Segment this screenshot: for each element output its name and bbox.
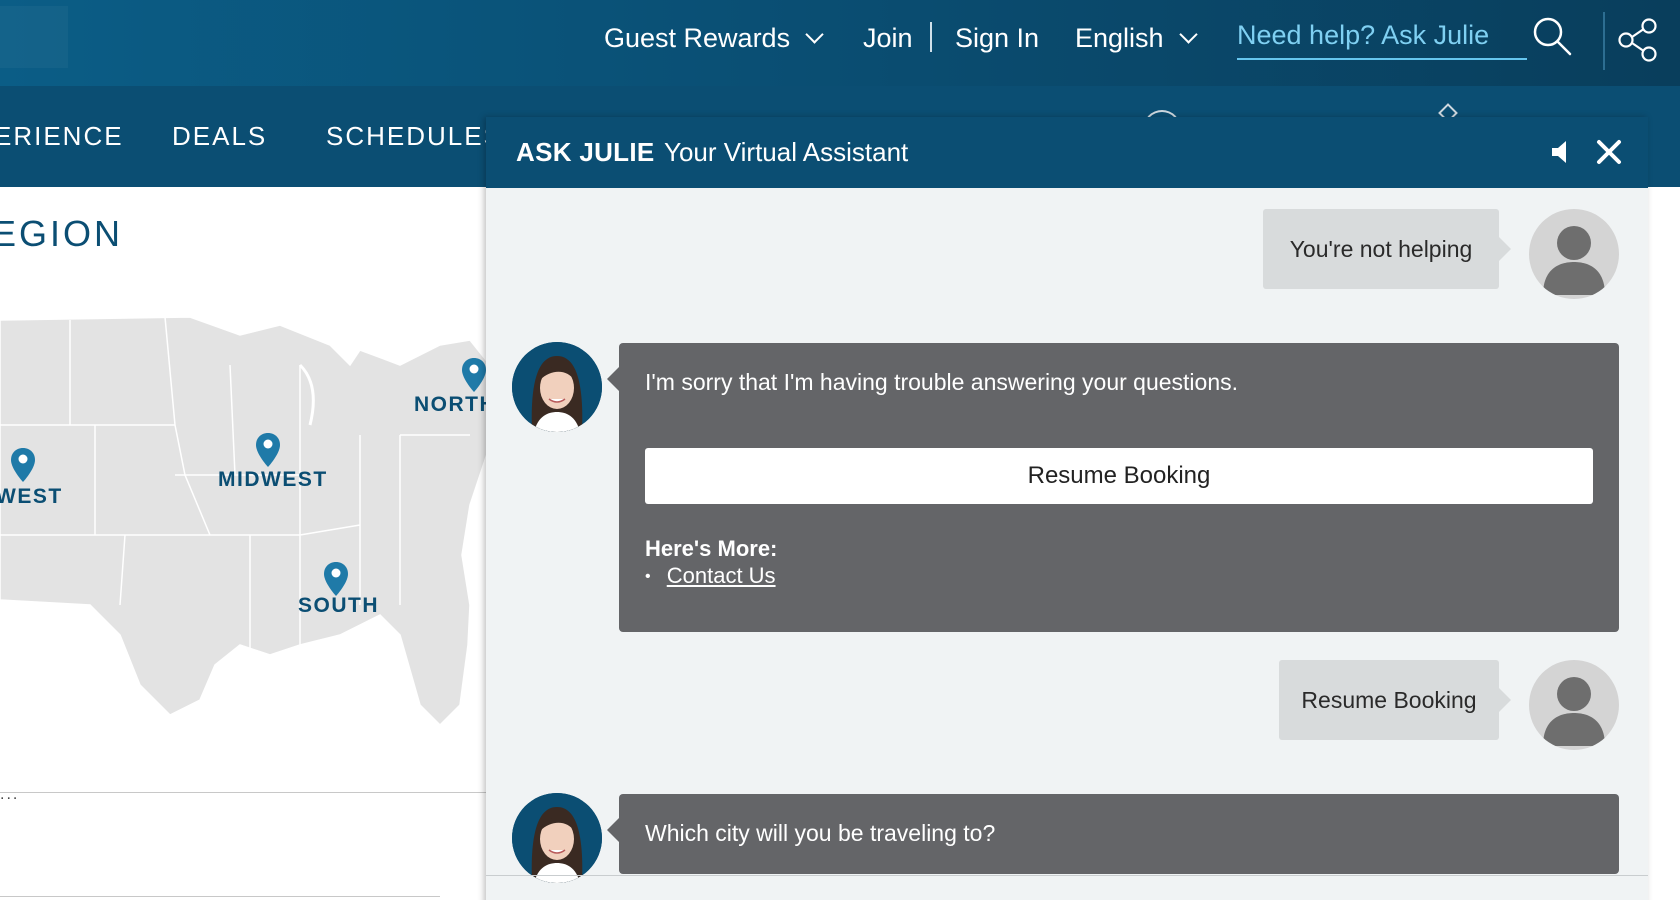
user-message-text: Resume Booking	[1301, 686, 1477, 713]
user-avatar	[1529, 660, 1619, 750]
guest-rewards-menu[interactable]: Guest Rewards	[604, 0, 824, 76]
sign-in-label: Sign In	[955, 22, 1040, 53]
speaker-icon[interactable]	[1548, 137, 1578, 167]
julie-portrait-icon	[512, 793, 602, 883]
language-menu[interactable]: English	[1075, 0, 1198, 76]
julie-portrait-icon	[512, 342, 602, 432]
divider	[1603, 12, 1605, 70]
search-icon[interactable]	[1530, 14, 1574, 58]
help-search-input[interactable]	[1237, 16, 1527, 54]
chevron-down-icon	[1178, 24, 1198, 44]
more-heading: Here's More:	[645, 536, 778, 561]
location-pin-icon[interactable]	[324, 562, 348, 596]
logo-area	[0, 6, 68, 68]
nav-item-deals[interactable]: DEALS	[172, 86, 267, 187]
join-label: Join	[863, 22, 913, 53]
bot-message: Which city will you be traveling to?	[607, 794, 1619, 874]
region-heading: EGION	[0, 213, 124, 254]
truncated-text: ...	[0, 786, 20, 803]
guest-rewards-label: Guest Rewards	[604, 22, 791, 53]
language-label: English	[1075, 22, 1164, 53]
divider	[0, 792, 490, 793]
help-search-field	[1237, 16, 1527, 60]
user-avatar-icon	[1543, 226, 1605, 295]
nav-item-experience[interactable]: ERIENCE	[0, 86, 124, 187]
bot-message-text: I'm sorry that I'm having trouble answer…	[645, 369, 1239, 395]
divider	[930, 22, 932, 52]
julie-avatar	[512, 342, 602, 432]
location-pin-icon[interactable]	[462, 358, 486, 392]
divider	[0, 896, 440, 897]
chat-header: ASK JULIE Your Virtual Assistant	[486, 117, 1648, 188]
top-utility-bar: Guest Rewards Join Sign In English	[0, 0, 1680, 86]
region-label-west[interactable]: WEST	[0, 485, 63, 509]
nav-item-schedules[interactable]: SCHEDULES	[326, 86, 503, 187]
list-item: Contact Us	[645, 563, 776, 589]
chat-panel: ASK JULIE Your Virtual Assistant You're …	[486, 117, 1648, 900]
us-map	[0, 316, 490, 727]
bot-message: I'm sorry that I'm having trouble answer…	[607, 343, 1619, 632]
close-icon[interactable]	[1594, 137, 1624, 167]
chat-title: ASK JULIE	[516, 137, 655, 167]
contact-us-link[interactable]: Contact Us	[667, 563, 776, 588]
region-label-north[interactable]: NORTH	[414, 393, 496, 417]
location-pin-icon[interactable]	[11, 448, 35, 482]
sign-in-link[interactable]: Sign In	[955, 0, 1039, 76]
resume-booking-button[interactable]: Resume Booking	[645, 448, 1593, 504]
divider	[486, 875, 1648, 876]
user-avatar	[1529, 209, 1619, 299]
julie-avatar	[512, 793, 602, 883]
location-pin-icon[interactable]	[256, 433, 280, 467]
region-label-midwest[interactable]: MIDWEST	[218, 468, 328, 492]
chat-subtitle: Your Virtual Assistant	[664, 137, 909, 167]
user-message: Resume Booking	[1279, 660, 1511, 740]
user-avatar-icon	[1543, 677, 1605, 746]
share-icon[interactable]	[1614, 16, 1662, 64]
region-label-south[interactable]: SOUTH	[298, 594, 379, 618]
user-message-text: You're not helping	[1289, 235, 1473, 262]
chevron-down-icon	[805, 24, 824, 44]
join-link[interactable]: Join	[863, 0, 913, 76]
bot-message-text: Which city will you be traveling to?	[645, 820, 996, 846]
more-links-list: Contact Us	[645, 563, 776, 589]
user-message: You're not helping	[1263, 209, 1511, 289]
